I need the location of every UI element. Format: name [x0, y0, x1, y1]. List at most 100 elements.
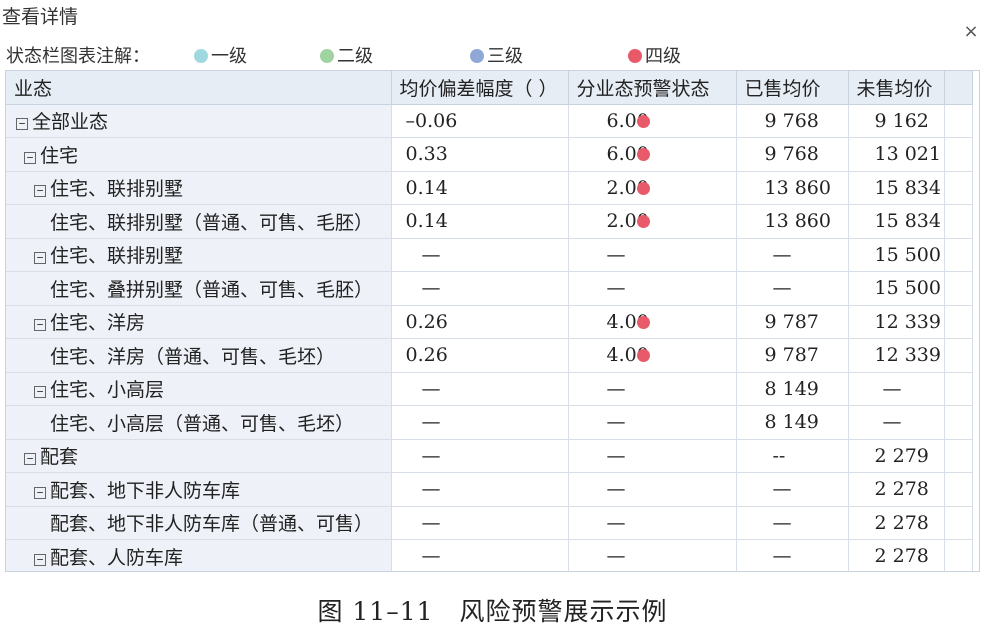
status-value: — [606, 411, 626, 434]
collapse-toggle-icon[interactable]: − [34, 185, 46, 198]
cell-spacer [944, 506, 973, 540]
cell-sold-price: 8 149 [736, 405, 849, 440]
table-row[interactable]: 住宅、洋房（普通、可售、毛坯） 0.26 4.00 9 787 12 339 [6, 338, 973, 373]
figure-caption: 图 11–11 风险预警展示示例 [317, 597, 668, 626]
cell-deviation: — [391, 506, 569, 540]
format-name-label: 住宅、联排别墅 [50, 178, 184, 201]
table-row[interactable]: 配套、地下非人防车库（普通、可售） — — —2 278 [6, 506, 973, 540]
status-value: 4.00 [606, 310, 649, 333]
close-icon[interactable]: × [962, 22, 980, 42]
col-header-format[interactable]: 业态 [6, 71, 392, 105]
cell-warning-status: — [568, 539, 737, 571]
cell-format-name: 住宅、洋房（普通、可售、毛坯） [6, 338, 392, 373]
table-row[interactable]: − 配套 — — -- 2 279 [6, 439, 973, 473]
col-header-sold-price[interactable]: 已售均价 [736, 71, 849, 105]
collapse-toggle-icon[interactable]: − [16, 118, 28, 131]
cell-sold-price: 9 787 [736, 305, 849, 339]
col-header-deviation[interactable]: 均价偏差幅度（ ） [391, 71, 569, 105]
cell-deviation: –0.06 [391, 104, 569, 138]
table-row[interactable]: − 住宅、小高层 — —8 149— [6, 372, 973, 406]
warning-dot-icon [636, 181, 650, 195]
table-row[interactable]: 住宅、小高层（普通、可售、毛坯） — —8 149— [6, 405, 973, 440]
legend-item-label: 三级 [487, 46, 523, 67]
collapse-toggle-icon[interactable]: − [24, 151, 36, 164]
cell-deviation: — [391, 439, 569, 473]
cell-warning-status: 4.00 [568, 305, 737, 339]
table-row[interactable]: − 住宅 0.33 6.00 9 768 13 021 [6, 137, 973, 172]
collapse-toggle-icon[interactable]: − [34, 486, 46, 499]
collapse-toggle-icon[interactable]: − [34, 553, 46, 566]
cell-warning-status: 2.00 [568, 171, 737, 205]
cell-sold-price: — [736, 539, 849, 571]
status-value: 2.00 [606, 176, 649, 199]
col-header-status[interactable]: 分业态预警状态 [568, 71, 737, 105]
format-name-label: 住宅、洋房（普通、可售、毛坯） [50, 345, 336, 368]
cell-sold-price: -- [736, 439, 849, 473]
cell-format-name: 住宅、联排别墅（普通、可售、毛胚） [6, 204, 392, 239]
table-header-row: 业态 均价偏差幅度（ ） 分业态预警状态 已售均价 未售均价 [6, 71, 973, 105]
collapse-toggle-icon[interactable]: − [34, 252, 46, 265]
status-value: 6.00 [606, 109, 649, 132]
cell-format-name: − 住宅、小高层 [6, 372, 392, 406]
cell-format-name: − 配套、地下非人防车库 [6, 472, 392, 507]
cell-unsold-price: 2 279 [848, 439, 945, 473]
table-row[interactable]: 住宅、叠拼别墅（普通、可售、毛胚） — — —15 500 [6, 271, 973, 306]
status-value: — [606, 377, 626, 400]
col-header-unsold-price[interactable]: 未售均价 [848, 71, 945, 105]
format-name-label: 住宅、联排别墅 [50, 245, 184, 268]
cell-warning-status: — [568, 271, 737, 306]
cell-unsold-price: 13 021 [848, 137, 945, 172]
status-value: — [606, 545, 626, 568]
table-row[interactable]: 住宅、联排别墅（普通、可售、毛胚） 0.14 2.00 13 860 15 834 [6, 204, 973, 239]
collapse-toggle-icon[interactable]: − [34, 319, 46, 332]
status-value: 4.00 [606, 344, 649, 367]
cell-deviation: 0.26 [391, 305, 569, 339]
cell-format-name: 住宅、小高层（普通、可售、毛坯） [6, 405, 392, 440]
collapse-toggle-icon[interactable]: − [24, 453, 36, 466]
cell-unsold-price: 15 834 [848, 204, 945, 239]
legend-item-label: 一级 [211, 46, 247, 67]
format-name-label: 配套、地下非人防车库 [50, 479, 241, 502]
collapse-toggle-icon[interactable]: − [34, 386, 46, 399]
cell-deviation: — [391, 271, 569, 306]
cell-format-name: − 住宅 [6, 137, 392, 172]
cell-unsold-price: 15 500 [848, 238, 945, 272]
cell-warning-status: — [568, 439, 737, 473]
cell-unsold-price: — [848, 405, 945, 440]
cell-warning-status: — [568, 472, 737, 507]
legend-dot-level4 [628, 49, 642, 63]
warning-dot-icon [636, 215, 650, 229]
cell-spacer [944, 405, 973, 440]
cell-warning-status: — [568, 506, 737, 540]
cell-unsold-price: 15 834 [848, 171, 945, 205]
status-value: 6.00 [606, 143, 649, 166]
cell-deviation: — [391, 238, 569, 272]
table-row[interactable]: − 住宅、联排别墅 — — —15 500 [6, 238, 973, 272]
cell-sold-price: 13 860 [736, 171, 849, 205]
cell-sold-price: 13 860 [736, 204, 849, 239]
legend-item-level1: 一级 [194, 42, 247, 68]
table-row[interactable]: − 住宅、联排别墅 0.14 2.00 13 860 15 834 [6, 171, 973, 205]
cell-spacer [944, 204, 973, 239]
cell-sold-price: — [736, 271, 849, 306]
cell-warning-status: — [568, 405, 737, 440]
cell-format-name: − 住宅、联排别墅 [6, 171, 392, 205]
legend-item-level2: 二级 [320, 42, 373, 68]
table-row[interactable]: − 全部业态 –0.06 6.00 9 768 9 162 [6, 104, 973, 138]
legend-dot-level3 [470, 49, 484, 63]
cell-unsold-price: 15 500 [848, 271, 945, 306]
cell-warning-status: — [568, 238, 737, 272]
cell-deviation: — [391, 372, 569, 406]
cell-unsold-price: 2 278 [848, 506, 945, 540]
table-row[interactable]: − 配套、人防车库 — — —2 278 [6, 539, 973, 571]
status-value: — [606, 478, 626, 501]
cell-warning-status: 2.00 [568, 204, 737, 239]
warning-dot-icon [636, 315, 650, 329]
warning-table: 业态 均价偏差幅度（ ） 分业态预警状态 已售均价 未售均价 − 全部业态 –0.0… [6, 71, 973, 571]
cell-warning-status: 4.00 [568, 338, 737, 373]
table-row[interactable]: − 住宅、洋房 0.26 4.00 9 787 12 339 [6, 305, 973, 339]
cell-format-name: − 配套 [6, 439, 392, 473]
status-value: — [606, 277, 626, 300]
table-row[interactable]: − 配套、地下非人防车库 — — —2 278 [6, 472, 973, 507]
risk-warning-figure: 查看详情 × 状态栏图表注解： 一级 二级 三级 四级 业态 均价偏差幅度（ ）… [0, 0, 985, 631]
